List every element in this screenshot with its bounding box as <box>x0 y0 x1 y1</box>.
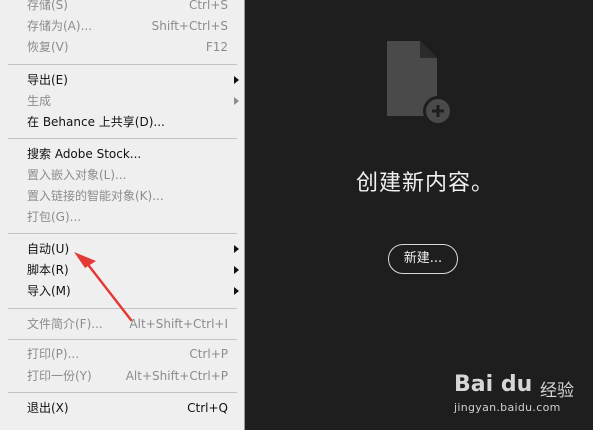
menu-separator <box>8 233 237 234</box>
menu-item-scripts[interactable]: 脚本(R) <box>0 260 245 281</box>
watermark-url: jingyan.baidu.com <box>454 401 561 414</box>
menu-item-place-linked[interactable]: 置入链接的智能对象(K)... <box>0 186 245 207</box>
menu-item-print[interactable]: 打印(P)... Ctrl+P <box>0 344 245 365</box>
submenu-arrow-icon <box>234 76 239 84</box>
file-menu: 存储(S) Ctrl+S 存储为(A)... Shift+Ctrl+S 恢复(V… <box>0 0 245 430</box>
menu-item-place-embedded[interactable]: 置入嵌入对象(L)... <box>0 165 245 186</box>
watermark-product: 经验 <box>540 381 574 401</box>
submenu-arrow-icon <box>234 97 239 105</box>
menu-item-package[interactable]: 打包(G)... <box>0 207 245 228</box>
menu-item-revert[interactable]: 恢复(V) F12 <box>0 37 245 58</box>
menu-item-import[interactable]: 导入(M) <box>0 281 245 302</box>
menu-separator <box>8 392 237 393</box>
menu-item-automate[interactable]: 自动(U) <box>0 239 245 260</box>
menu-separator <box>8 138 237 139</box>
menu-item-print-one-copy[interactable]: 打印一份(Y) Alt+Shift+Ctrl+P <box>0 366 245 387</box>
new-document-plus-icon <box>387 41 453 125</box>
menu-item-export[interactable]: 导出(E) <box>0 70 245 91</box>
submenu-arrow-icon <box>234 245 239 253</box>
menu-separator <box>8 308 237 309</box>
welcome-title: 创建新内容。 <box>355 171 494 196</box>
watermark-brand: Bai du <box>454 372 533 397</box>
menu-separator <box>8 339 237 340</box>
submenu-arrow-icon <box>234 266 239 274</box>
menu-item-save[interactable]: 存储(S) Ctrl+S <box>0 0 245 16</box>
menu-item-search-adobe-stock[interactable]: 搜索 Adobe Stock... <box>0 144 245 165</box>
menu-item-exit[interactable]: 退出(X) Ctrl+Q <box>0 398 245 419</box>
submenu-arrow-icon <box>234 287 239 295</box>
menu-item-file-info[interactable]: 文件简介(F)... Alt+Shift+Ctrl+I <box>0 314 245 335</box>
menu-item-share-behance[interactable]: 在 Behance 上共享(D)... <box>0 112 245 133</box>
menu-separator <box>8 64 237 65</box>
baidu-watermark: Bai du 经验 jingyan.baidu.com <box>452 372 592 426</box>
new-document-button[interactable]: 新建... <box>388 244 458 274</box>
menu-item-generate[interactable]: 生成 <box>0 91 245 112</box>
menu-item-save-as[interactable]: 存储为(A)... Shift+Ctrl+S <box>0 16 245 37</box>
